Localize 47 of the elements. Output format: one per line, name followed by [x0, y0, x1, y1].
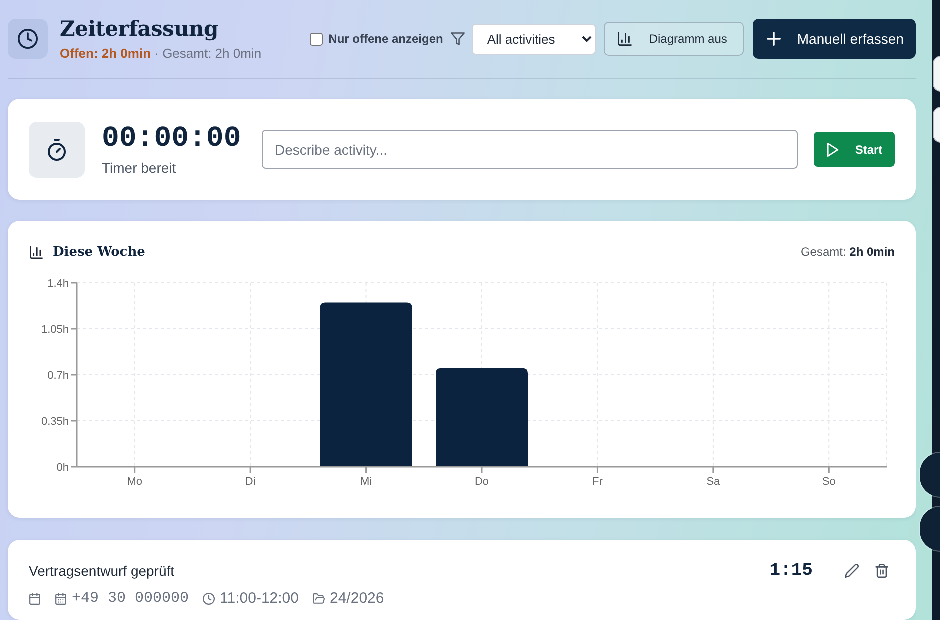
- play-icon: [826, 142, 840, 156]
- entry-detail: +49 30 000000: [72, 590, 190, 608]
- filter-icon: [451, 32, 466, 46]
- day-label: Di: [245, 476, 256, 488]
- entry-title: Vertragsentwurf geprüft: [29, 563, 175, 579]
- day-label: Do: [474, 476, 490, 488]
- day-label: Fr: [592, 476, 603, 488]
- stopwatch-icon: [29, 122, 85, 178]
- checkbox[interactable]: [310, 32, 323, 46]
- bar-chart-icon: [30, 246, 43, 258]
- clock-icon: [8, 19, 48, 59]
- day-label: Mo: [127, 476, 142, 488]
- bar-chart-icon: [618, 32, 632, 46]
- pencil-icon[interactable]: [845, 564, 859, 578]
- activity-select[interactable]: All activities: [472, 24, 596, 54]
- entry-detail: 11:00-12:00: [220, 590, 299, 608]
- chart-title: Diese Woche: [53, 244, 146, 260]
- tick-label: 1.4h: [48, 278, 69, 290]
- start-button[interactable]: Start: [814, 132, 895, 167]
- entry-detail: 24/2026: [330, 590, 384, 608]
- time-summary: Offen: 2h 0min · Gesamt: 2h 0min: [60, 45, 262, 63]
- tick-label: 0.35h: [41, 416, 69, 428]
- entry-duration: 1:15: [770, 561, 813, 581]
- day-label: Mi: [360, 476, 372, 488]
- day-label: Sa: [706, 476, 720, 488]
- calendar-icon: [29, 593, 41, 605]
- activity-input[interactable]: Describe activity...: [262, 130, 798, 169]
- floating-button[interactable]: [933, 56, 940, 92]
- plus-icon: [767, 32, 782, 46]
- tick-label: 0.7h: [48, 370, 69, 382]
- tick-label: 0h: [56, 462, 69, 474]
- day-label: So: [822, 476, 836, 488]
- app-title: Zeiterfassung: [60, 15, 220, 43]
- timer-status: Timer bereit: [102, 158, 178, 176]
- floating-button[interactable]: [920, 507, 940, 551]
- add-entry-button[interactable]: Manuell erfassen: [753, 19, 916, 59]
- timer-display: 00:00:00: [102, 122, 242, 154]
- floating-button[interactable]: [920, 453, 940, 497]
- chart-toggle-button[interactable]: Diagramm aus: [604, 22, 744, 56]
- trash-icon[interactable]: [875, 564, 889, 578]
- clock-icon: [203, 593, 216, 605]
- checkbox-label[interactable]: Nur offene anzeigen: [328, 32, 444, 46]
- week-total: Gesamt: 2h 0min: [800, 245, 895, 259]
- calendar-icon: [55, 593, 67, 605]
- floating-button[interactable]: [933, 107, 940, 143]
- tick-label: 1.05h: [41, 324, 69, 336]
- folder-icon: [313, 593, 325, 605]
